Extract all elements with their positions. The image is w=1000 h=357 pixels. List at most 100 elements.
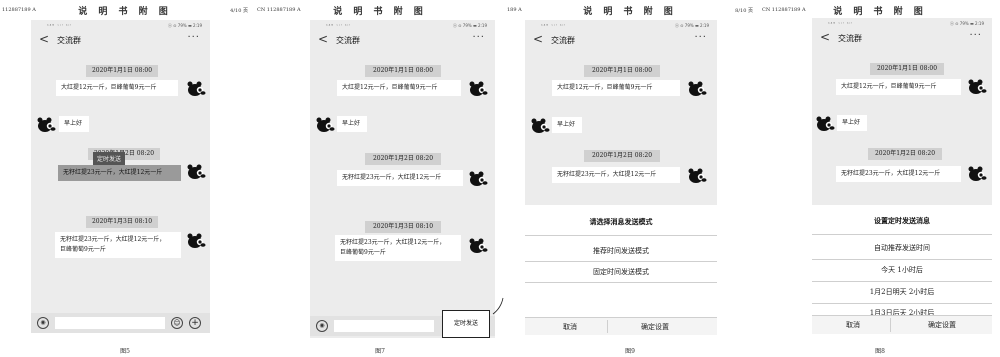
option-recommended-time[interactable]: 推荐时间发送模式 [525,246,717,256]
panda-avatar-icon[interactable] [967,78,987,96]
phone-screen: ᵃ⁴ᴳ ˢᶦˡ ᵃᶦˡ ⓝ ⊙ 79% ▬ 2:19 < 交流群 ··· 202… [310,20,495,338]
voice-icon[interactable]: ◉ [316,320,328,332]
message-bubble[interactable]: 大红提12元一斤，巨峰葡萄9元一斤 [552,80,680,96]
message-bubble[interactable]: 早上好 [552,117,582,133]
message-bubble[interactable]: 无籽红提23元一斤，大红提12元一斤 [552,167,680,183]
signal-indicator: ᵃ⁴ᴳ ˢᶦˡ ᵃᶦˡ [828,21,854,26]
back-arrow-icon[interactable]: < [820,30,830,44]
send-mode-sheet: 请选择消息发送模式 推荐时间发送模式 固定时间发送模式 取消 确定设置 [525,205,717,338]
status-bar: ᵃ⁴ᴳ ˢᶦˡ ᵃᶦˡ ⓝ ⊙ 79% ▬ 2:19 [310,20,495,30]
page-header: CN 112887189 A 说 明 书 附 图 [760,3,1000,17]
chat-navbar: < 交流群 ··· [812,28,992,48]
voice-icon[interactable]: ◉ [37,317,49,329]
message-input[interactable] [334,320,434,332]
message-bubble[interactable]: 早上好 [337,116,367,132]
patent-page-fig9: 189 A 说 明 书 附 图 8/10 页 ᵃ⁴ᴳ ˢᶦˡ ᵃᶦˡ ⓝ ⊙ 7… [505,0,755,357]
page-title: 说 明 书 附 图 [78,7,172,17]
panda-avatar-icon[interactable] [967,165,987,183]
message-bubble[interactable]: 大红提12元一斤，巨峰葡萄9元一斤 [56,80,178,96]
back-arrow-icon[interactable]: < [318,32,328,46]
back-arrow-icon[interactable]: < [39,32,49,46]
sheet-title: 请选择消息发送模式 [589,217,653,226]
battery-clock: ⓝ ⊙ 79% ▬ 2:19 [452,23,487,28]
timed-send-button[interactable]: 定时发送 [442,310,490,338]
panda-avatar-icon[interactable] [687,80,707,98]
message-line: 巨峰葡萄9元一斤 [60,246,106,253]
option-tomorrow[interactable]: 1月2日明天 2小时后 [812,287,992,297]
sheet-title: 设置定时发送消息 [874,216,930,225]
page-title: 说 明 书 附 图 [333,7,427,17]
divider [607,320,608,333]
chat-title: 交流群 [57,36,81,45]
more-icon[interactable]: ··· [694,32,707,43]
option-auto-recommend[interactable]: 自动推荐发送时间 [812,243,992,253]
divider [812,234,992,235]
cancel-button[interactable]: 取消 [846,320,860,330]
input-bar: ◉ ☺ + [31,313,210,333]
page-number: 8/10 页 [735,8,753,14]
option-today[interactable]: 今天 1小时后 [812,265,992,275]
panda-avatar-icon[interactable] [815,115,835,133]
page-header: CN 112887189 A 说 明 书 附 图 [255,3,505,17]
patent-page-fig7: CN 112887189 A 说 明 书 附 图 ᵃ⁴ᴳ ˢᶦˡ ᵃᶦˡ ⓝ ⊙… [255,0,505,357]
chat-navbar: < 交流群 ··· [310,30,495,50]
message-bubble[interactable]: 无籽红提23元一斤，大红提12元一斤 [337,170,463,186]
message-bubble[interactable]: 无籽红提23元一斤，大红提12元一斤， 巨峰葡萄9元一斤 [335,235,461,261]
more-icon[interactable]: ··· [472,32,485,43]
panda-avatar-icon[interactable] [186,232,206,250]
message-line: 巨峰葡萄9元一斤 [340,249,386,256]
panda-avatar-icon[interactable] [186,80,206,98]
timestamp: 2020年1月1日 08:00 [365,65,441,77]
figure-label: 图9 [625,348,635,355]
panda-avatar-icon[interactable] [530,117,550,135]
signal-indicator: ᵃ⁴ᴳ ˢᶦˡ ᵃᶦˡ [541,23,567,28]
message-bubble[interactable]: 早上好 [59,116,89,132]
message-bubble[interactable]: 大红提12元一斤，巨峰葡萄9元一斤 [337,80,461,96]
message-bubble[interactable]: 早上好 [837,115,867,131]
timestamp: 2020年1月3日 08:10 [86,216,158,228]
panda-avatar-icon[interactable] [36,116,56,134]
timed-send-sheet: 设置定时发送消息 自动推荐发送时间 今天 1小时后 1月2日明天 2小时后 1月… [812,205,992,334]
panda-avatar-icon[interactable] [468,170,488,188]
callout-line [492,297,504,315]
divider [525,282,717,283]
message-line: 无籽红提23元一斤，大红提12元一斤， [340,239,446,246]
more-icon[interactable]: ··· [187,32,200,43]
figure-label: 图7 [375,348,385,355]
chat-title: 交流群 [551,36,575,45]
back-arrow-icon[interactable]: < [533,32,543,46]
panda-avatar-icon[interactable] [468,80,488,98]
confirm-button[interactable]: 确定设置 [641,322,669,332]
message-input[interactable] [55,317,165,329]
chat-title: 交流群 [838,34,862,43]
panda-avatar-icon[interactable] [468,237,488,255]
panda-avatar-icon[interactable] [687,167,707,185]
divider [525,235,717,236]
more-icon[interactable]: ··· [969,30,982,41]
page-title: 说 明 书 附 图 [833,7,927,17]
panda-avatar-icon[interactable] [186,163,206,181]
emoji-icon[interactable]: ☺ [171,317,183,329]
timestamp: 2020年1月2日 08:20 [584,150,660,162]
page-title: 说 明 书 附 图 [583,7,677,17]
timestamp: 2020年1月3日 08:10 [365,221,441,233]
confirm-button[interactable]: 确定设置 [928,320,956,330]
timestamp: 2020年1月1日 08:00 [86,65,158,77]
message-bubble-selected[interactable]: 无籽红提23元一斤，大红提12元一斤 [58,165,181,181]
option-fixed-time[interactable]: 固定时间发送模式 [525,267,717,277]
message-bubble[interactable]: 无籽红提23元一斤，大红提12元一斤， 巨峰葡萄9元一斤 [55,232,181,258]
page-number: 4/10 页 [230,8,248,14]
timed-send-tooltip[interactable]: 定时发送 [93,152,126,165]
cancel-button[interactable]: 取消 [563,322,577,332]
timestamp: 2020年1月1日 08:00 [584,65,660,77]
divider [525,261,717,262]
panda-avatar-icon[interactable] [315,116,335,134]
message-bubble[interactable]: 大红提12元一斤，巨峰葡萄9元一斤 [836,79,961,95]
message-bubble[interactable]: 无籽红提23元一斤，大红提12元一斤 [836,166,961,182]
message-line: 无籽红提23元一斤，大红提12元一斤， [60,236,166,243]
figure-label: 图5 [120,348,130,355]
patent-page-fig5: 112887189 A 说 明 书 附 图 4/10 页 ᵃ⁴ᴳ ˢᶦˡ ᵃᶦˡ… [0,0,250,357]
status-bar: ᵃ⁴ᴳ ˢᶦˡ ᵃᶦˡ ⓝ ⊙ 79% ▬ 2:19 [812,18,992,28]
plus-icon[interactable]: + [189,317,201,329]
phone-screen: ᵃ⁴ᴳ ˢᶦˡ ᵃᶦˡ ⓝ ⊙ 79% ▬ 2:19 < 交流群 ··· 202… [525,20,717,338]
